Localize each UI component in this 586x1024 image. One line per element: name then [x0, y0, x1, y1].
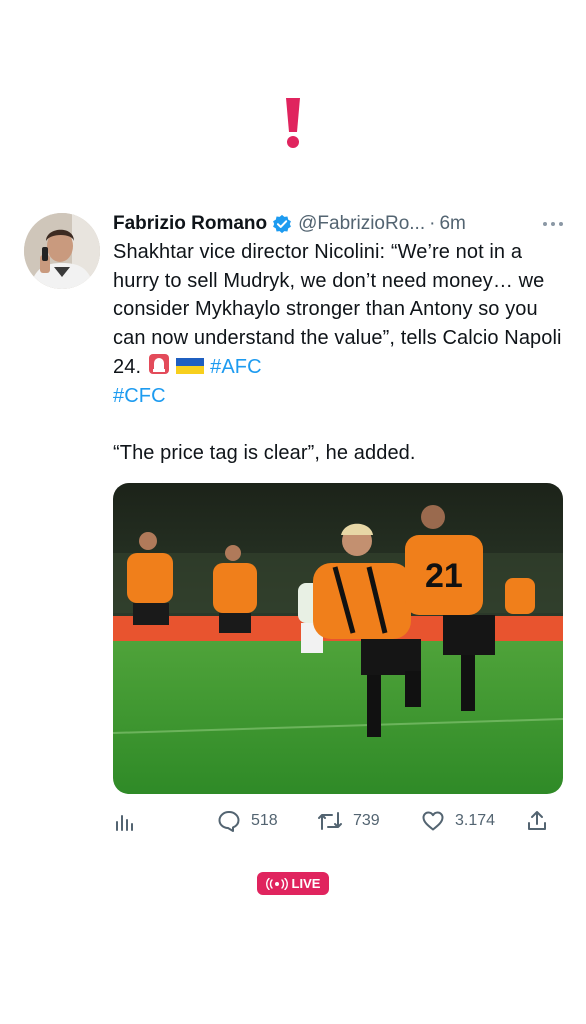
hashtag-cfc[interactable]: #CFC [113, 385, 166, 407]
author-name[interactable]: Fabrizio Romano [113, 213, 267, 235]
share-icon [528, 811, 546, 830]
reply-icon [218, 811, 240, 832]
tweet-quote: “The price tag is clear”, he added. [113, 441, 416, 464]
tweet-actions: 518 739 3.174 [113, 806, 563, 836]
verified-icon [273, 214, 292, 234]
alert-icon [286, 98, 300, 148]
tweet-photo[interactable]: 21 [113, 483, 563, 794]
hashtag-afc[interactable]: #AFC [210, 356, 262, 378]
retweet-count: 739 [353, 812, 380, 829]
retweet-icon [318, 812, 342, 830]
more-icon[interactable] [541, 220, 565, 228]
svg-text:21: 21 [425, 557, 463, 595]
siren-icon [148, 354, 169, 374]
retweet-button[interactable]: 739 [317, 806, 380, 836]
like-count: 3.174 [455, 812, 496, 829]
avatar[interactable] [24, 213, 100, 289]
reply-button[interactable]: 518 [217, 806, 278, 836]
share-button[interactable] [525, 806, 549, 836]
ukraine-flag-icon [176, 358, 205, 374]
tweet-text: Shakhtar vice director Nicolini: “We’re … [113, 238, 565, 467]
like-icon [422, 811, 444, 831]
like-button[interactable]: 3.174 [421, 806, 495, 836]
time-separator: · [429, 213, 436, 234]
author-handle[interactable]: @FabrizioRo... [298, 213, 425, 235]
tweet-time[interactable]: 6m [439, 213, 465, 235]
analytics-icon [116, 815, 133, 831]
reply-count: 518 [251, 812, 278, 829]
live-badge[interactable]: LIVE [257, 872, 329, 895]
live-icon [265, 877, 288, 890]
live-label: LIVE [291, 876, 321, 891]
analytics-button[interactable] [113, 806, 135, 836]
